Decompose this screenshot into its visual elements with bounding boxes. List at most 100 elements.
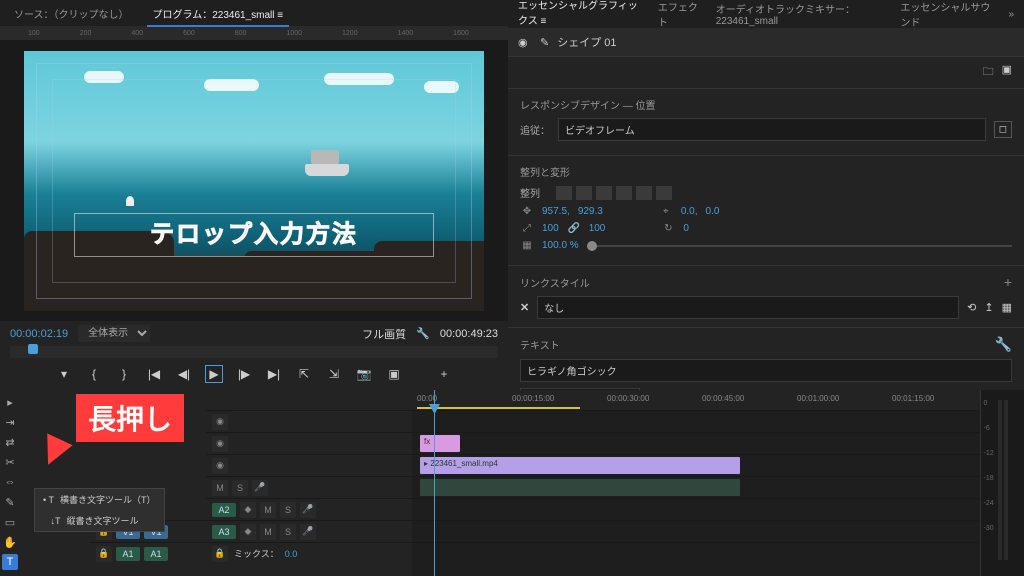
layer-row-shape[interactable]: ◉ ✎ シェイプ 01: [508, 28, 1024, 56]
tab-audio-track-mixer[interactable]: オーディオトラックミキサー：223461_small: [716, 1, 885, 27]
track-header-a3[interactable]: A3 ◆ M S 🎤: [206, 520, 412, 542]
program-preview[interactable]: テロップ入力方法: [0, 40, 508, 321]
wrench-icon[interactable]: 🔧: [416, 327, 430, 340]
mute-a1[interactable]: M: [212, 480, 228, 496]
scale-h[interactable]: 100: [589, 223, 606, 234]
track-header-a1[interactable]: M S 🎤: [206, 476, 412, 498]
clip-video[interactable]: ▸ 223461_small.mp4: [420, 457, 740, 474]
razor-tool[interactable]: ✂: [2, 454, 18, 470]
go-to-out-button[interactable]: ▶|: [266, 366, 282, 382]
lane-a2[interactable]: [412, 498, 980, 520]
chain-icon[interactable]: ⟲: [967, 301, 976, 314]
align-right-button[interactable]: [596, 186, 612, 200]
add-marker-button[interactable]: ▾: [56, 366, 72, 382]
track-select-tool[interactable]: ⇥: [2, 414, 18, 430]
current-timecode[interactable]: 00:00:02:19: [10, 328, 68, 340]
extract-button[interactable]: ⇲: [326, 366, 342, 382]
font-family-dropdown[interactable]: ヒラギノ角ゴシック: [520, 359, 1012, 382]
toggle-track-output-v2[interactable]: ◉: [212, 436, 228, 452]
vertical-type-tool[interactable]: ↓T 縦書き文字ツール: [35, 510, 164, 531]
source-a1[interactable]: A1: [116, 547, 140, 561]
lane-v1[interactable]: ▸ 223461_small.mp4: [412, 454, 980, 476]
type-tool[interactable]: T: [2, 554, 18, 570]
telop-text[interactable]: テロップ入力方法: [150, 214, 358, 249]
source-tab[interactable]: ソース：（クリップなし）: [8, 2, 135, 25]
target-a1[interactable]: A1: [144, 547, 168, 561]
track-header-v3[interactable]: ◉: [206, 410, 412, 432]
timeline-ruler[interactable]: 00:00 00:00:15:00 00:00:30:00 00:00:45:0…: [412, 390, 980, 410]
compare-button[interactable]: ▣: [386, 366, 402, 382]
timeline-body[interactable]: 00:00 00:00:15:00 00:00:30:00 00:00:45:0…: [412, 390, 980, 576]
hand-tool[interactable]: ✋: [2, 534, 18, 550]
timeline-playhead[interactable]: [434, 390, 435, 576]
mark-in-button[interactable]: {: [86, 366, 102, 382]
align-top-button[interactable]: [616, 186, 632, 200]
tab-essential-graphics[interactable]: エッセンシャルグラフィックス ≡: [518, 0, 642, 32]
solo-a1[interactable]: S: [232, 480, 248, 496]
rectangle-tool[interactable]: ▭: [2, 514, 18, 530]
opacity-value[interactable]: 100.0 %: [542, 240, 579, 251]
add-style-button[interactable]: +: [1004, 274, 1012, 290]
rotation-value[interactable]: 0: [683, 223, 689, 234]
work-area-bar[interactable]: [417, 407, 580, 409]
tab-effect[interactable]: エフェクト: [658, 0, 700, 29]
button-editor[interactable]: +: [436, 366, 452, 382]
track-header-v1[interactable]: ◉: [206, 454, 412, 476]
ripple-tool[interactable]: ⇄: [2, 434, 18, 450]
clip-audio-a1[interactable]: [420, 479, 740, 496]
wrench-icon[interactable]: 🔧: [995, 336, 1012, 353]
lane-v2[interactable]: fx: [412, 432, 980, 454]
mute-a3[interactable]: M: [260, 524, 276, 540]
follow-dropdown[interactable]: ビデオフレーム: [558, 118, 986, 141]
mix-value[interactable]: 0.0: [285, 549, 298, 559]
align-left-button[interactable]: [556, 186, 572, 200]
mini-timeline[interactable]: [10, 346, 498, 358]
align-bottom-button[interactable]: [656, 186, 672, 200]
grid-icon[interactable]: ▦: [1002, 301, 1012, 314]
x-icon[interactable]: ✕: [520, 301, 529, 314]
anchor-x[interactable]: 0.0,: [681, 206, 698, 217]
tab-essential-sound[interactable]: エッセンシャルサウンド: [900, 0, 992, 29]
target-a3[interactable]: A3: [212, 525, 236, 539]
voice-a2[interactable]: 🎤: [300, 502, 316, 518]
selection-tool[interactable]: ▸: [2, 394, 18, 410]
keyframe-a3[interactable]: ◆: [240, 524, 256, 540]
anchor-y[interactable]: 0.0: [706, 206, 720, 217]
program-tab[interactable]: プログラム：223461_small ≡: [147, 2, 290, 25]
fit-select[interactable]: 全体表示: [78, 325, 150, 342]
horizontal-type-tool[interactable]: • T 横書き文字ツール（T）: [35, 489, 164, 510]
link-style-dropdown[interactable]: なし: [537, 296, 959, 319]
track-header-mix[interactable]: 🔒 ミックス： 0.0: [206, 542, 412, 564]
position-x[interactable]: 957.5,: [542, 206, 570, 217]
pin-icon[interactable]: ◻: [994, 121, 1012, 138]
link-icon[interactable]: 🔗: [567, 223, 581, 234]
new-layer-icon[interactable]: ▣: [1002, 63, 1012, 82]
toggle-track-output-v1[interactable]: ◉: [212, 458, 228, 474]
voice-a1[interactable]: 🎤: [252, 480, 268, 496]
solo-a2[interactable]: S: [280, 502, 296, 518]
lock-mix[interactable]: 🔒: [212, 546, 228, 562]
align-hcenter-button[interactable]: [576, 186, 592, 200]
layer-name[interactable]: シェイプ 01: [557, 34, 616, 50]
track-header-v2[interactable]: ◉: [206, 432, 412, 454]
lane-a3[interactable]: [412, 520, 980, 542]
quality-select[interactable]: フル画質: [362, 326, 406, 342]
upload-icon[interactable]: ↥: [984, 301, 993, 314]
step-forward-button[interactable]: |▶: [236, 366, 252, 382]
target-a2[interactable]: A2: [212, 503, 236, 517]
mark-out-button[interactable]: }: [116, 366, 132, 382]
slip-tool[interactable]: ⇔: [2, 474, 18, 490]
panel-menu-icon[interactable]: »: [1008, 9, 1014, 20]
solo-a3[interactable]: S: [280, 524, 296, 540]
lift-button[interactable]: ⇱: [296, 366, 312, 382]
lock-a1[interactable]: 🔒: [96, 546, 112, 562]
export-frame-button[interactable]: 📷: [356, 366, 372, 382]
step-back-button[interactable]: ◀|: [176, 366, 192, 382]
position-y[interactable]: 929.3: [578, 206, 603, 217]
scale-w[interactable]: 100: [542, 223, 559, 234]
voice-a3[interactable]: 🎤: [300, 524, 316, 540]
play-button[interactable]: ▶: [206, 366, 222, 382]
clip-graphic[interactable]: fx: [420, 435, 460, 452]
toggle-track-output-v3[interactable]: ◉: [212, 414, 228, 430]
mute-a2[interactable]: M: [260, 502, 276, 518]
